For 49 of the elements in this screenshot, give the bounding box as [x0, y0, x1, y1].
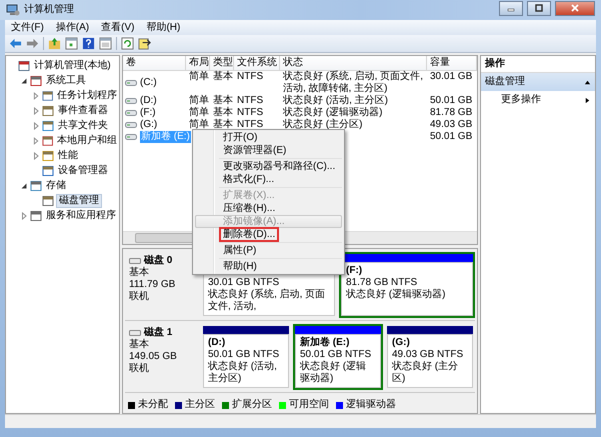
- partition-label: 新加卷 (E:): [300, 337, 350, 349]
- partition-label: (G:): [392, 337, 411, 349]
- table-cell-text: NTFS: [236, 119, 264, 131]
- partition-status: 状态良好 (系统, 启动, 页面文件, 活动,: [208, 289, 326, 313]
- partition-status: 状态良好 (逻辑驱动器): [300, 361, 368, 385]
- table-cell-text: NTFS: [236, 71, 264, 84]
- legend-label: 扩展分区: [232, 399, 272, 411]
- table-cell-text: 49.03 GB: [429, 119, 474, 131]
- partition-size: 49.03 GB NTFS: [392, 349, 464, 360]
- legend-label: 可用空间: [289, 399, 329, 411]
- partition-size: 50.01 GB NTFS: [300, 349, 372, 360]
- partition-size: 50.01 GB NTFS: [208, 349, 280, 360]
- partition-size: 81.78 GB NTFS: [346, 277, 418, 288]
- table-cell-text: 81.78 GB: [429, 107, 474, 119]
- legend-label: 未分配: [138, 399, 168, 411]
- partition-status: 状态良好 (逻辑驱动器): [346, 289, 446, 301]
- disk-status: 联机: [129, 291, 150, 303]
- partition-status: 状态良好 (主分区): [392, 361, 460, 385]
- table-cell-text: 状态良好 (系统, 启动, 页面文件, 活动, 故障转储, 主分区): [282, 71, 424, 94]
- disk-size: 149.05 GB: [129, 351, 178, 362]
- table-cell-text: 基本: [212, 71, 234, 84]
- disk-type: 基本: [129, 339, 150, 351]
- disk-name: 磁盘 0: [144, 255, 172, 266]
- table-cell-text: 状态良好 (逻辑驱动器): [282, 107, 384, 118]
- partition-status: 状态良好 (活动, 主分区): [208, 361, 278, 385]
- disk-type: 基本: [129, 267, 150, 279]
- disk-status: 联机: [129, 363, 150, 375]
- table-cell-text: 简单: [188, 119, 210, 131]
- table-cell-text: 30.01 GB: [429, 71, 474, 84]
- table-cell-text: 基本: [212, 119, 234, 131]
- table-cell-text: 简单: [188, 95, 210, 106]
- disk-size: 111.79 GB: [129, 279, 176, 290]
- window-title: 计算机管理: [24, 4, 74, 16]
- table-cell-text: NTFS: [236, 95, 264, 107]
- table-cell-text: 状态良好 (主分区): [282, 119, 364, 131]
- partition-size: 30.01 GB NTFS: [208, 277, 280, 288]
- table-cell-text: 状态良好 (活动, 主分区): [282, 95, 389, 106]
- disk-name: 磁盘 1: [144, 327, 172, 338]
- table-cell-text: 简单: [188, 107, 210, 118]
- table-cell-text: 50.01 GB: [429, 131, 474, 143]
- legend-label: 主分区: [185, 399, 215, 411]
- partition-label: (F:): [346, 265, 364, 277]
- table-cell-text: 基本: [212, 107, 234, 118]
- table-cell-text: NTFS: [236, 107, 264, 119]
- table-cell-text: 50.01 GB: [429, 95, 474, 107]
- legend-label: 逻辑驱动器: [346, 399, 396, 411]
- partition-label: (D:): [208, 337, 226, 349]
- table-cell-text: 简单: [188, 71, 210, 84]
- table-cell-text: 基本: [212, 95, 234, 106]
